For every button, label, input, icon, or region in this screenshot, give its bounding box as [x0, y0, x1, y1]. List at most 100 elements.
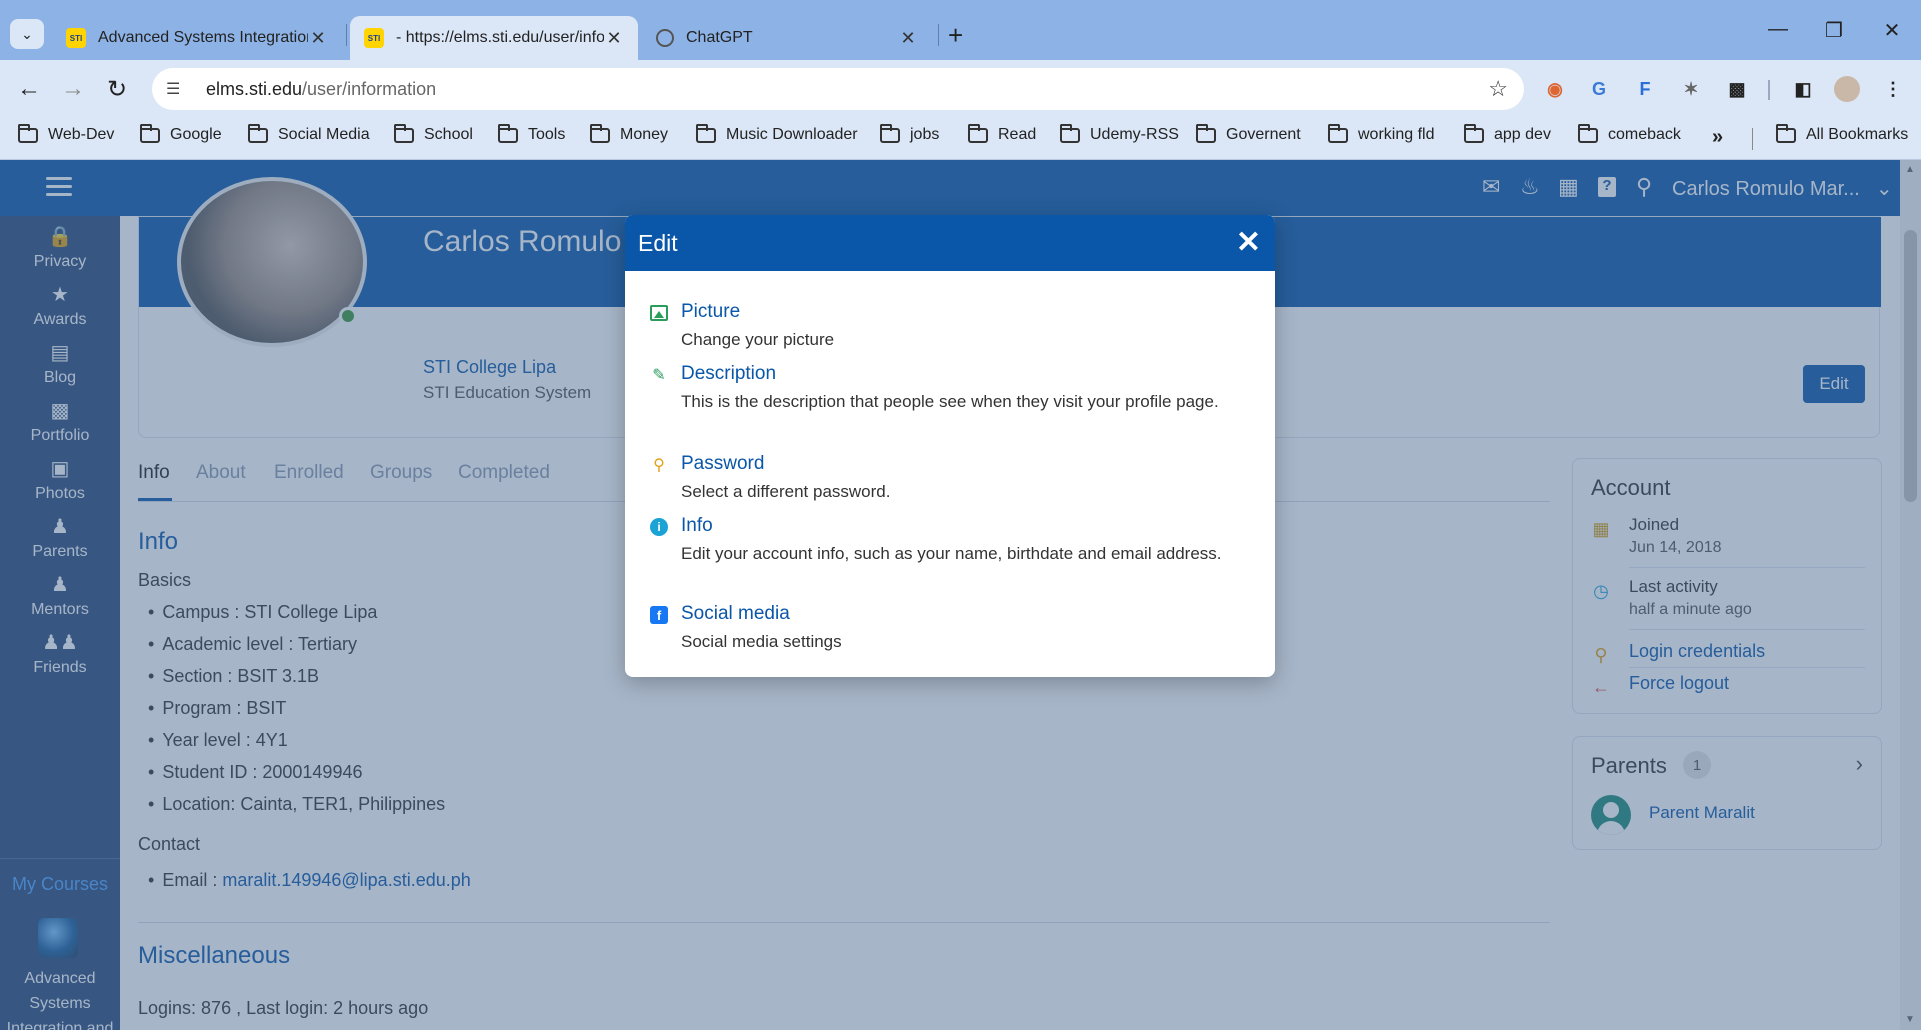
- close-tab-icon[interactable]: ✕: [308, 28, 328, 49]
- reload-icon[interactable]: ↻: [100, 72, 134, 106]
- bookmark-folder[interactable]: Read: [968, 123, 1037, 144]
- folder-icon: [1776, 123, 1796, 143]
- folder-icon: [968, 123, 988, 143]
- close-icon[interactable]: ✕: [1236, 225, 1261, 260]
- close-tab-icon[interactable]: ✕: [898, 28, 918, 49]
- color-picker-extension-icon[interactable]: ◉: [1542, 76, 1568, 102]
- folder-icon: [1328, 123, 1348, 143]
- back-icon[interactable]: ←: [12, 72, 46, 106]
- bookmarks-bar: Web-Dev Google Social Media School Tools…: [0, 118, 1921, 160]
- bookmark-label: working fld: [1358, 126, 1435, 143]
- pencil-icon: ✎: [652, 367, 666, 384]
- bookmark-folder[interactable]: Udemy-RSS: [1060, 123, 1179, 144]
- bookmark-folder[interactable]: Google: [140, 123, 222, 144]
- edit-option-label[interactable]: Description: [681, 363, 776, 385]
- bookmark-label: All Bookmarks: [1806, 126, 1909, 143]
- extensions-puzzle-icon[interactable]: ▩: [1724, 76, 1750, 102]
- profile-avatar-icon[interactable]: [1834, 76, 1860, 102]
- tab-title: Advanced Systems Integration: [98, 29, 308, 46]
- bookmarks-separator: [1752, 128, 1753, 150]
- menu-kebab-icon[interactable]: ⋮: [1880, 76, 1906, 102]
- minimize-icon[interactable]: —: [1758, 18, 1798, 41]
- more-bookmarks-icon[interactable]: »: [1712, 126, 1723, 149]
- tab-search-button[interactable]: ⌄: [10, 19, 44, 49]
- folder-icon: [248, 123, 268, 143]
- modal-title: Edit: [638, 230, 678, 256]
- bookmark-folder[interactable]: School: [394, 123, 473, 144]
- folder-icon: [1464, 123, 1484, 143]
- close-tab-icon[interactable]: ✕: [604, 28, 624, 49]
- edit-option-description[interactable]: ✎ Description This is the description th…: [649, 363, 1239, 443]
- tab-separator: [938, 24, 939, 46]
- window-close-icon[interactable]: ✕: [1872, 18, 1912, 43]
- bug-extension-icon[interactable]: ✶: [1678, 76, 1704, 102]
- bookmark-label: Udemy-RSS: [1090, 126, 1179, 143]
- edit-option-label[interactable]: Info: [681, 515, 713, 537]
- page: ✉ ♨ ▦ ? ⚲ Carlos Romulo Mar... ⌄ 🔒 Privacy…: [0, 160, 1921, 1030]
- folder-icon: [140, 123, 160, 143]
- toolbar-separator: [1768, 80, 1770, 100]
- bookmark-label: Read: [998, 126, 1037, 143]
- browser-tab-strip: ⌄ STI Advanced Systems Integration ✕ STI…: [0, 0, 1921, 60]
- folder-icon: [394, 123, 414, 143]
- bookmark-folder[interactable]: Money: [590, 123, 669, 144]
- modal-header: Edit ✕: [625, 215, 1275, 271]
- picture-icon: [649, 303, 669, 323]
- bookmark-folder[interactable]: jobs: [880, 123, 940, 144]
- edit-option-info[interactable]: i Info Edit your account info, such as y…: [649, 515, 1239, 595]
- key-icon: ⚲: [653, 457, 665, 474]
- bookmark-label: School: [424, 126, 473, 143]
- edit-option-description: Select a different password.: [681, 482, 891, 501]
- tab-title: ChatGPT: [686, 29, 753, 46]
- folder-icon: [696, 123, 716, 143]
- restore-icon[interactable]: ❐: [1814, 18, 1854, 43]
- url-path: /user/information: [302, 78, 437, 99]
- folder-icon: [590, 123, 610, 143]
- browser-tab-active[interactable]: STI - https://elms.sti.edu/user/info ✕: [350, 16, 638, 60]
- all-bookmarks-folder[interactable]: All Bookmarks: [1776, 123, 1909, 144]
- grammar-extension-icon[interactable]: G: [1586, 76, 1612, 102]
- sti-icon: STI: [66, 28, 86, 48]
- new-tab-icon[interactable]: +: [948, 20, 963, 51]
- address-bar[interactable]: ☰ elms.sti.edu/user/information ☆: [152, 68, 1524, 110]
- bookmark-folder[interactable]: app dev: [1464, 123, 1551, 144]
- bookmark-folder[interactable]: Web-Dev: [18, 123, 114, 144]
- info-icon: i: [649, 517, 669, 537]
- folder-icon: [1196, 123, 1216, 143]
- edit-option-label[interactable]: Picture: [681, 301, 740, 323]
- bookmark-folder[interactable]: Music Downloader: [696, 123, 858, 144]
- folder-icon: [498, 123, 518, 143]
- folder-icon: [1578, 123, 1598, 143]
- edit-option-picture[interactable]: Picture Change your picture: [649, 301, 1239, 357]
- browser-tab[interactable]: STI Advanced Systems Integration ✕: [52, 16, 342, 60]
- side-panel-icon[interactable]: ◧: [1790, 76, 1816, 102]
- site-info-icon[interactable]: ☰: [166, 79, 188, 99]
- edit-option-password[interactable]: ⚲ Password Select a different password.: [649, 453, 1239, 509]
- browser-tab[interactable]: ChatGPT ✕: [642, 16, 932, 60]
- folder-icon: [18, 123, 38, 143]
- edit-modal: Edit ✕ Picture Change your picture ✎ Des…: [625, 215, 1275, 677]
- folder-icon: [880, 123, 900, 143]
- forward-icon[interactable]: →: [56, 72, 90, 106]
- bookmark-folder[interactable]: Tools: [498, 123, 565, 144]
- bookmark-star-icon[interactable]: ☆: [1488, 76, 1508, 102]
- bookmark-folder[interactable]: working fld: [1328, 123, 1435, 144]
- font-extension-icon[interactable]: F: [1632, 76, 1658, 102]
- edit-option-social-media[interactable]: f Social media Social media settings: [649, 603, 1239, 659]
- edit-option-label[interactable]: Password: [681, 453, 764, 475]
- bookmark-folder[interactable]: Governent: [1196, 123, 1301, 144]
- browser-toolbar: ← → ↻ ☰ elms.sti.edu/user/information ☆ …: [0, 60, 1921, 118]
- edit-option-label[interactable]: Social media: [681, 603, 790, 625]
- bookmark-folder[interactable]: comeback: [1578, 123, 1681, 144]
- edit-option-description: This is the description that people see …: [681, 392, 1219, 411]
- bookmark-label: Google: [170, 126, 222, 143]
- bookmark-label: Money: [620, 126, 669, 143]
- bookmark-folder[interactable]: Social Media: [248, 123, 370, 144]
- edit-option-description: Edit your account info, such as your nam…: [681, 544, 1222, 563]
- folder-icon: [1060, 123, 1080, 143]
- bookmark-label: app dev: [1494, 126, 1551, 143]
- edit-option-description: Social media settings: [681, 632, 842, 651]
- bookmark-label: jobs: [910, 126, 940, 143]
- bookmark-label: Governent: [1226, 126, 1301, 143]
- url-text[interactable]: elms.sti.edu/user/information: [206, 79, 436, 100]
